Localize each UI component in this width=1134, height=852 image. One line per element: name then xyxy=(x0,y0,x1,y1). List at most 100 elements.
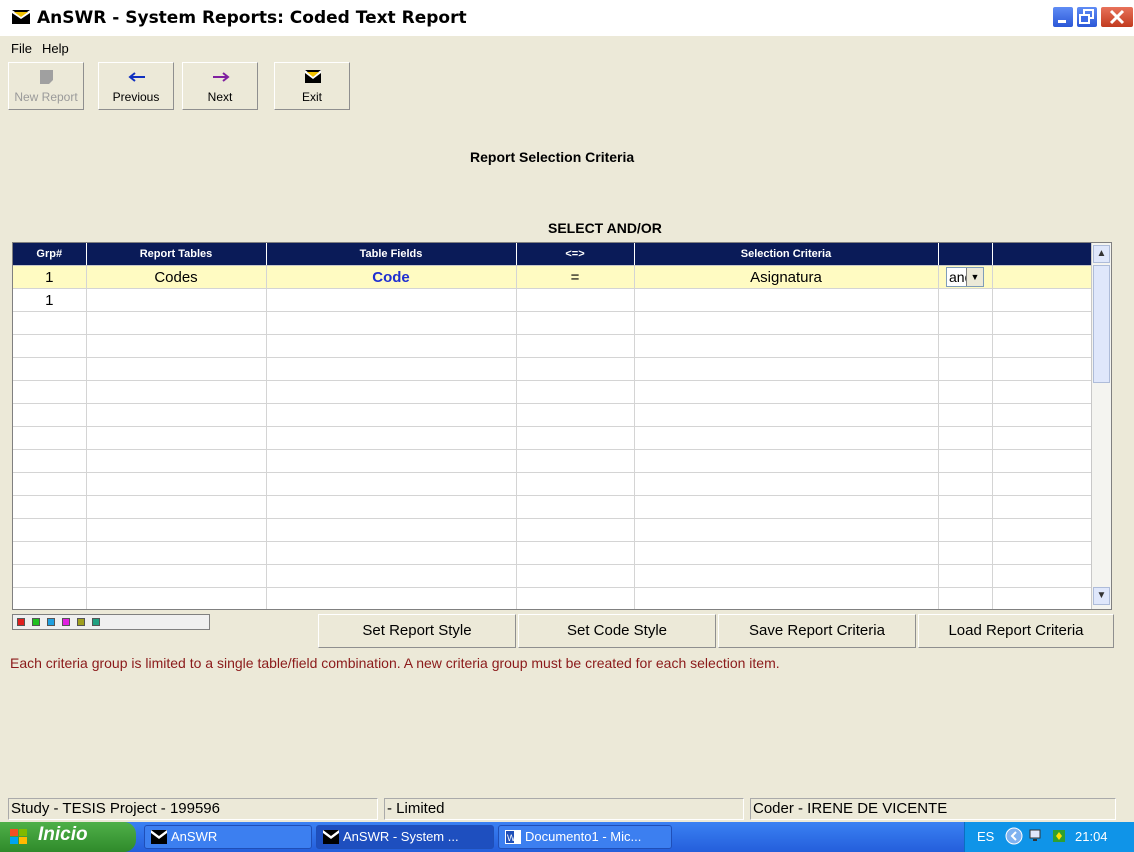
scroll-down-icon[interactable]: ▼ xyxy=(1093,587,1110,605)
grid-cell[interactable] xyxy=(634,518,939,542)
grid-cell[interactable] xyxy=(266,334,517,358)
menu-help[interactable]: Help xyxy=(42,41,69,56)
grid-cell[interactable] xyxy=(13,426,87,450)
grid-cell[interactable] xyxy=(634,357,939,381)
table-row[interactable] xyxy=(13,357,1094,381)
grid-cell[interactable] xyxy=(992,449,1094,473)
grid-cell[interactable] xyxy=(992,495,1094,519)
grid-cell[interactable] xyxy=(938,587,993,609)
antivirus-icon[interactable] xyxy=(1051,828,1067,847)
grid-cell[interactable] xyxy=(266,587,517,609)
grid-cell[interactable] xyxy=(634,472,939,496)
table-row[interactable] xyxy=(13,564,1094,588)
grid-cell[interactable] xyxy=(266,380,517,404)
grid-cell[interactable] xyxy=(86,426,267,450)
scroll-thumb[interactable] xyxy=(1093,265,1110,383)
grid-cell[interactable] xyxy=(13,357,87,381)
grid-cell[interactable] xyxy=(266,426,517,450)
grid-cell[interactable] xyxy=(938,541,993,565)
cell-table-field[interactable] xyxy=(266,288,517,312)
col-selection-criteria[interactable]: Selection Criteria xyxy=(634,243,939,266)
grid-cell[interactable] xyxy=(516,449,635,473)
grid-cell[interactable] xyxy=(992,311,1094,335)
set-code-style-button[interactable]: Set Code Style xyxy=(518,614,716,648)
grid-cell[interactable] xyxy=(634,426,939,450)
grid-cell[interactable] xyxy=(992,541,1094,565)
grid-cell[interactable] xyxy=(516,357,635,381)
grid-cell[interactable] xyxy=(13,449,87,473)
grid-cell[interactable] xyxy=(86,472,267,496)
grid-cell[interactable] xyxy=(266,541,517,565)
teal-swatch-icon[interactable] xyxy=(92,618,100,626)
grid-cell[interactable] xyxy=(13,587,87,609)
grid-cell[interactable] xyxy=(634,495,939,519)
minimize-button[interactable] xyxy=(1052,6,1074,28)
restore-button[interactable] xyxy=(1076,6,1098,28)
grid-cell[interactable] xyxy=(266,564,517,588)
grid-cell[interactable] xyxy=(266,357,517,381)
grid-cell[interactable] xyxy=(938,518,993,542)
grid-cell[interactable] xyxy=(86,357,267,381)
grid-cell[interactable] xyxy=(516,495,635,519)
grid-cell[interactable] xyxy=(938,380,993,404)
new-report-button[interactable]: New Report xyxy=(8,62,84,110)
grid-cell[interactable] xyxy=(992,587,1094,609)
grid-cell[interactable] xyxy=(266,495,517,519)
cell-report-table[interactable] xyxy=(86,288,267,312)
grid-cell[interactable] xyxy=(992,518,1094,542)
grid-cell[interactable] xyxy=(516,564,635,588)
grid-cell[interactable] xyxy=(266,472,517,496)
magenta-swatch-icon[interactable] xyxy=(62,618,70,626)
grid-cell[interactable] xyxy=(516,587,635,609)
vertical-scrollbar[interactable]: ▲ ▼ xyxy=(1091,243,1111,609)
olive-swatch-icon[interactable] xyxy=(77,618,85,626)
cell-operator[interactable] xyxy=(516,288,635,312)
grid-cell[interactable] xyxy=(938,449,993,473)
red-swatch-icon[interactable] xyxy=(17,618,25,626)
grid-cell[interactable] xyxy=(938,472,993,496)
grid-cell[interactable] xyxy=(13,334,87,358)
col-andor[interactable] xyxy=(938,243,993,266)
network-icon[interactable] xyxy=(1029,828,1047,847)
previous-button[interactable]: Previous xyxy=(98,62,174,110)
grid-cell[interactable] xyxy=(992,426,1094,450)
grid-cell[interactable] xyxy=(13,495,87,519)
exit-button[interactable]: Exit xyxy=(274,62,350,110)
grid-cell[interactable] xyxy=(86,495,267,519)
cell-grp[interactable]: 1 xyxy=(13,288,87,312)
task-answr-system[interactable]: AnSWR - System ... xyxy=(316,825,494,849)
table-row[interactable] xyxy=(13,518,1094,542)
grid-cell[interactable] xyxy=(516,541,635,565)
grid-cell[interactable] xyxy=(992,564,1094,588)
table-row[interactable]: 1 Codes Code = Asignatura and ▼ xyxy=(13,265,1094,289)
next-button[interactable]: Next xyxy=(182,62,258,110)
grid-cell[interactable] xyxy=(266,449,517,473)
grid-cell[interactable] xyxy=(86,380,267,404)
cell-table-field[interactable]: Code xyxy=(266,265,517,289)
grid-cell[interactable] xyxy=(86,564,267,588)
grid-cell[interactable] xyxy=(86,518,267,542)
table-row[interactable] xyxy=(13,334,1094,358)
grid-cell[interactable] xyxy=(634,334,939,358)
start-button[interactable]: Inicio xyxy=(0,822,136,852)
cell-extra[interactable] xyxy=(992,265,1094,289)
col-table-fields[interactable]: Table Fields xyxy=(266,243,517,266)
table-row[interactable] xyxy=(13,449,1094,473)
table-row[interactable] xyxy=(13,587,1094,609)
grid-cell[interactable] xyxy=(938,311,993,335)
andor-dropdown[interactable]: and ▼ xyxy=(946,267,984,287)
grid-cell[interactable] xyxy=(13,403,87,427)
cell-grp[interactable]: 1 xyxy=(13,265,87,289)
save-report-criteria-button[interactable]: Save Report Criteria xyxy=(718,614,916,648)
cyan-swatch-icon[interactable] xyxy=(47,618,55,626)
scroll-up-icon[interactable]: ▲ xyxy=(1093,245,1110,263)
grid-cell[interactable] xyxy=(938,357,993,381)
grid-cell[interactable] xyxy=(13,472,87,496)
grid-cell[interactable] xyxy=(634,380,939,404)
grid-cell[interactable] xyxy=(86,334,267,358)
col-report-tables[interactable]: Report Tables xyxy=(86,243,267,266)
grid-cell[interactable] xyxy=(992,380,1094,404)
task-documento[interactable]: W Documento1 - Mic... xyxy=(498,825,672,849)
load-report-criteria-button[interactable]: Load Report Criteria xyxy=(918,614,1114,648)
cell-andor[interactable] xyxy=(938,288,993,312)
